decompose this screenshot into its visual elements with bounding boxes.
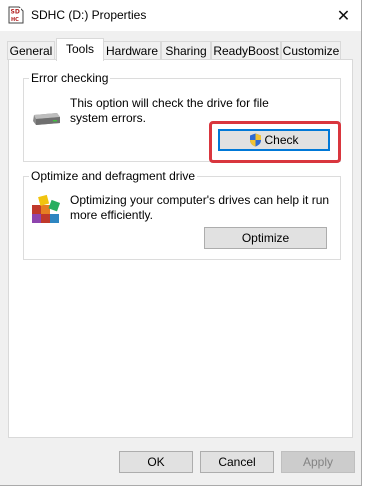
- cancel-button[interactable]: Cancel: [200, 451, 274, 473]
- properties-dialog: SD HC SDHC (D:) Properties ✕ General Too…: [0, 0, 362, 486]
- tab-label: Hardware: [105, 44, 159, 58]
- tab-readyboost[interactable]: ReadyBoost: [211, 41, 281, 60]
- optimize-title: Optimize and defragment drive: [29, 169, 198, 183]
- optimize-description: Optimizing your computer's drives can he…: [70, 193, 329, 223]
- optimize-button-label: Optimize: [241, 231, 290, 245]
- tab-label: Tools: [65, 42, 94, 56]
- defrag-icon: [32, 194, 61, 223]
- description-line: Optimizing your computer's drives can he…: [70, 193, 330, 207]
- tab-general[interactable]: General: [7, 41, 55, 60]
- description-line: system errors.: [70, 111, 147, 125]
- tab-hardware[interactable]: Hardware: [103, 41, 161, 60]
- apply-button-label: Apply: [302, 455, 334, 469]
- optimize-button[interactable]: Optimize: [204, 227, 327, 249]
- tab-tools[interactable]: Tools: [56, 38, 104, 61]
- error-checking-description: This option will check the drive for fil…: [70, 96, 269, 126]
- drive-icon: [33, 113, 60, 125]
- check-button-label: Check: [264, 133, 299, 147]
- tab-label: Sharing: [165, 44, 207, 58]
- tab-sharing[interactable]: Sharing: [161, 41, 211, 60]
- tab-label: ReadyBoost: [213, 44, 279, 58]
- cancel-button-label: Cancel: [218, 455, 256, 469]
- error-checking-title: Error checking: [29, 71, 111, 85]
- sd-card-icon: SD HC: [8, 6, 24, 24]
- description-line: This option will check the drive for fil…: [70, 96, 269, 110]
- title-bar: SD HC SDHC (D:) Properties ✕: [0, 0, 361, 31]
- description-line: more efficiently.: [70, 208, 153, 222]
- close-icon: ✕: [336, 7, 351, 25]
- close-button[interactable]: ✕: [326, 0, 361, 31]
- tab-label: General: [9, 44, 53, 58]
- check-button[interactable]: Check: [218, 129, 330, 151]
- uac-shield-icon: [250, 133, 262, 147]
- background-strip: [362, 0, 367, 487]
- window-title: SDHC (D:) Properties: [31, 8, 147, 22]
- ok-button[interactable]: OK: [119, 451, 193, 473]
- ok-button-label: OK: [147, 455, 165, 469]
- svg-text:SD: SD: [11, 9, 20, 16]
- svg-text:HC: HC: [11, 17, 19, 23]
- apply-button[interactable]: Apply: [281, 451, 355, 473]
- tab-customize[interactable]: Customize: [281, 41, 341, 60]
- tab-label: Customize: [282, 44, 340, 58]
